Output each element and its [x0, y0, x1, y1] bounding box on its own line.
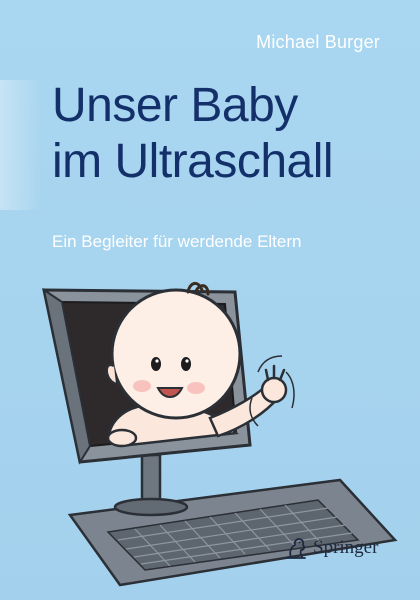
publisher-logo: Springer [283, 536, 378, 560]
title-line-1: Unser Baby [52, 79, 298, 132]
springer-horse-logo-icon [286, 538, 306, 559]
keyboard [67, 478, 398, 587]
baby [105, 282, 295, 448]
title-line-2: im Ultraschall [52, 135, 334, 188]
book-subtitle: Ein Begleiter für werdende Eltern [52, 232, 302, 251]
monitor-stand [113, 453, 189, 517]
book-cover: Michael Burger Unser Baby im Ultraschall… [0, 0, 420, 600]
cover-edge-band [0, 80, 42, 210]
book-title: Unser Baby im Ultraschall [52, 78, 334, 190]
publisher-name: Springer [313, 537, 379, 558]
author-name: Michael Burger [256, 32, 380, 52]
